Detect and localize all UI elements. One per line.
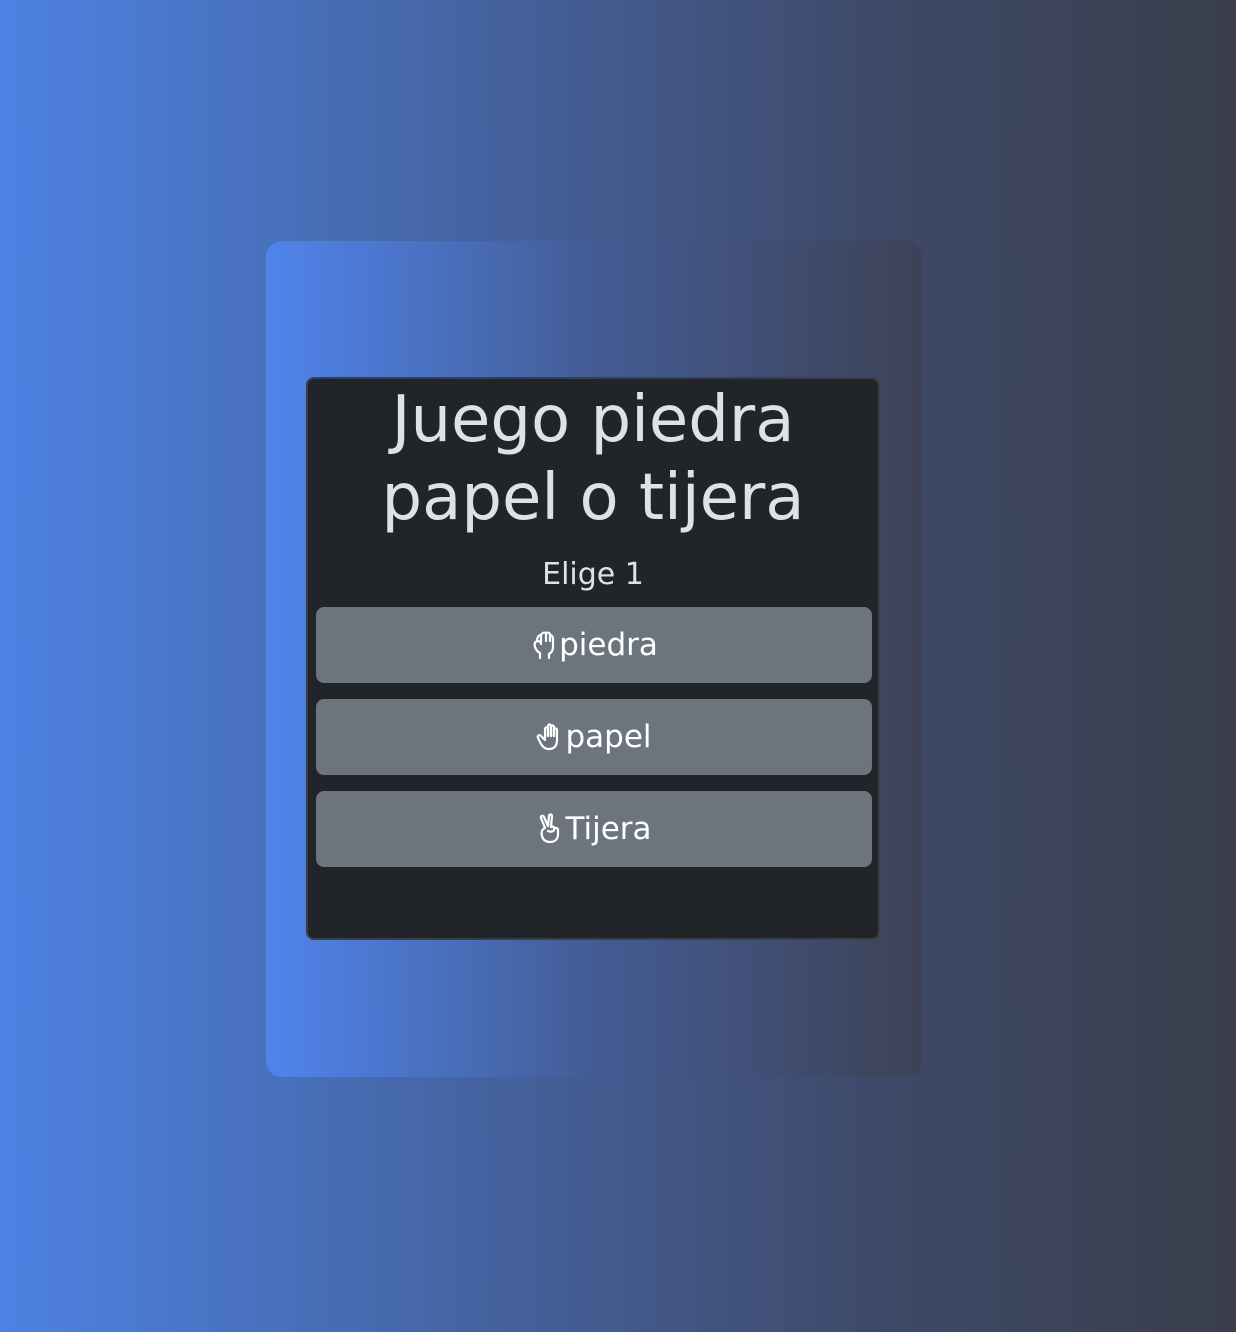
hand-paper-icon (536, 721, 564, 753)
game-card: Juego piedra papel o tijera Elige 1 pied… (306, 377, 880, 940)
rock-button[interactable]: piedra (316, 607, 872, 683)
scissors-button[interactable]: Tijera (316, 791, 872, 867)
choose-prompt: Elige 1 (542, 557, 644, 592)
game-title-line-1: Juego piedra (391, 383, 795, 457)
rock-label: piedra (559, 627, 658, 663)
hand-scissors-icon (536, 813, 564, 845)
scissors-label: Tijera (565, 811, 652, 847)
paper-label: papel (565, 719, 652, 755)
game-title: Juego piedra papel o tijera (308, 381, 878, 537)
outer-card: Juego piedra papel o tijera Elige 1 pied… (266, 241, 922, 1077)
paper-button[interactable]: papel (316, 699, 872, 775)
game-title-line-2: papel o tijera (381, 461, 805, 535)
hand-rock-icon (530, 629, 558, 661)
